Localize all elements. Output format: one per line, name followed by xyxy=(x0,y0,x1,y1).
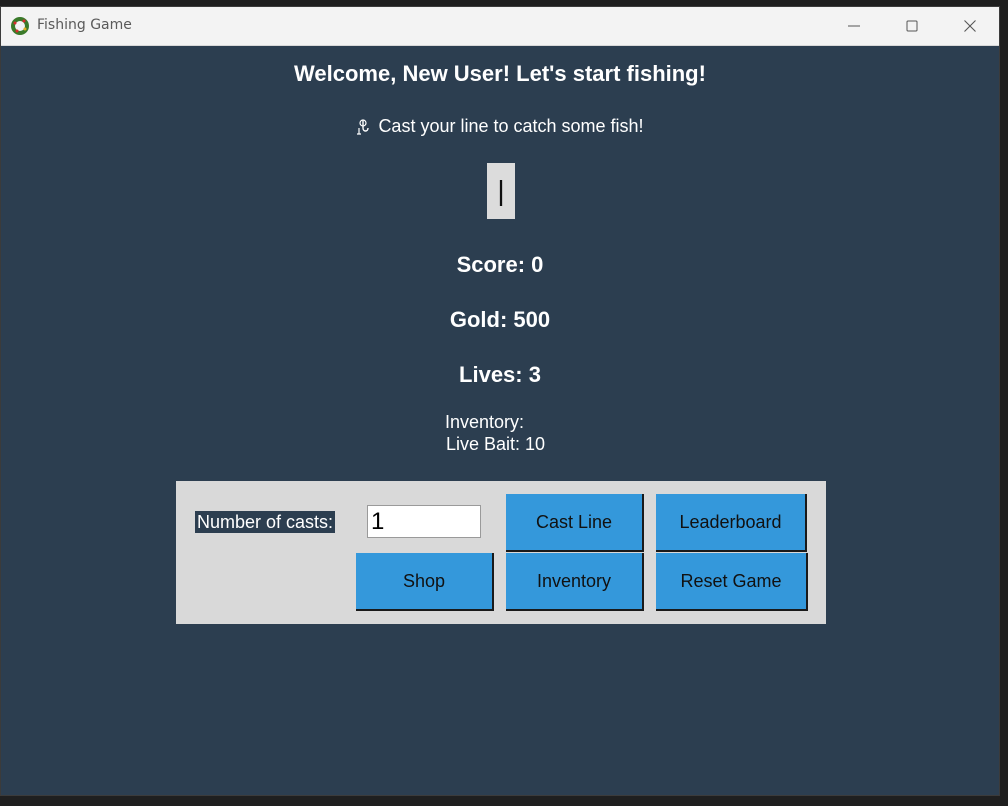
cast-message-text: Cast your line to catch some fish! xyxy=(378,116,644,136)
welcome-heading: Welcome, New User! Let's start fishing! xyxy=(294,61,706,86)
game-area: Welcome, New User! Let's start fishing! … xyxy=(1,45,999,796)
maximize-icon xyxy=(906,20,918,32)
hook-icon xyxy=(356,119,370,135)
casts-label: Number of casts: xyxy=(195,511,336,533)
gold-label: Gold: 500 xyxy=(449,307,551,332)
inventory-item: Live Bait: 10 xyxy=(446,434,546,454)
close-button[interactable] xyxy=(941,7,999,45)
title-bar: Fishing Game xyxy=(1,7,999,46)
casts-input[interactable] xyxy=(367,505,481,538)
inventory-title: Inventory: xyxy=(445,412,525,432)
score-label: Score: 0 xyxy=(456,252,544,277)
controls-panel: Number of casts: Cast Line Leaderboard S… xyxy=(176,481,826,624)
leaderboard-button[interactable]: Leaderboard xyxy=(656,494,807,552)
shop-button[interactable]: Shop xyxy=(356,553,494,611)
fishing-line-indicator: | xyxy=(487,163,515,219)
reset-game-button[interactable]: Reset Game xyxy=(656,553,808,611)
app-window: Fishing Game Welcome, New User! Let's st… xyxy=(0,6,1000,796)
inventory-button[interactable]: Inventory xyxy=(506,553,644,611)
inventory-summary: Inventory: Live Bait: 10 xyxy=(445,411,545,455)
close-icon xyxy=(964,20,976,32)
maximize-button[interactable] xyxy=(883,7,941,45)
cast-message: Cast your line to catch some fish! xyxy=(1,116,999,137)
cast-line-button[interactable]: Cast Line xyxy=(506,494,644,552)
minimize-button[interactable] xyxy=(825,7,883,45)
wreath-icon xyxy=(11,17,29,35)
minimize-icon xyxy=(848,25,860,27)
window-title: Fishing Game xyxy=(37,17,132,33)
lives-label: Lives: 3 xyxy=(459,362,541,387)
